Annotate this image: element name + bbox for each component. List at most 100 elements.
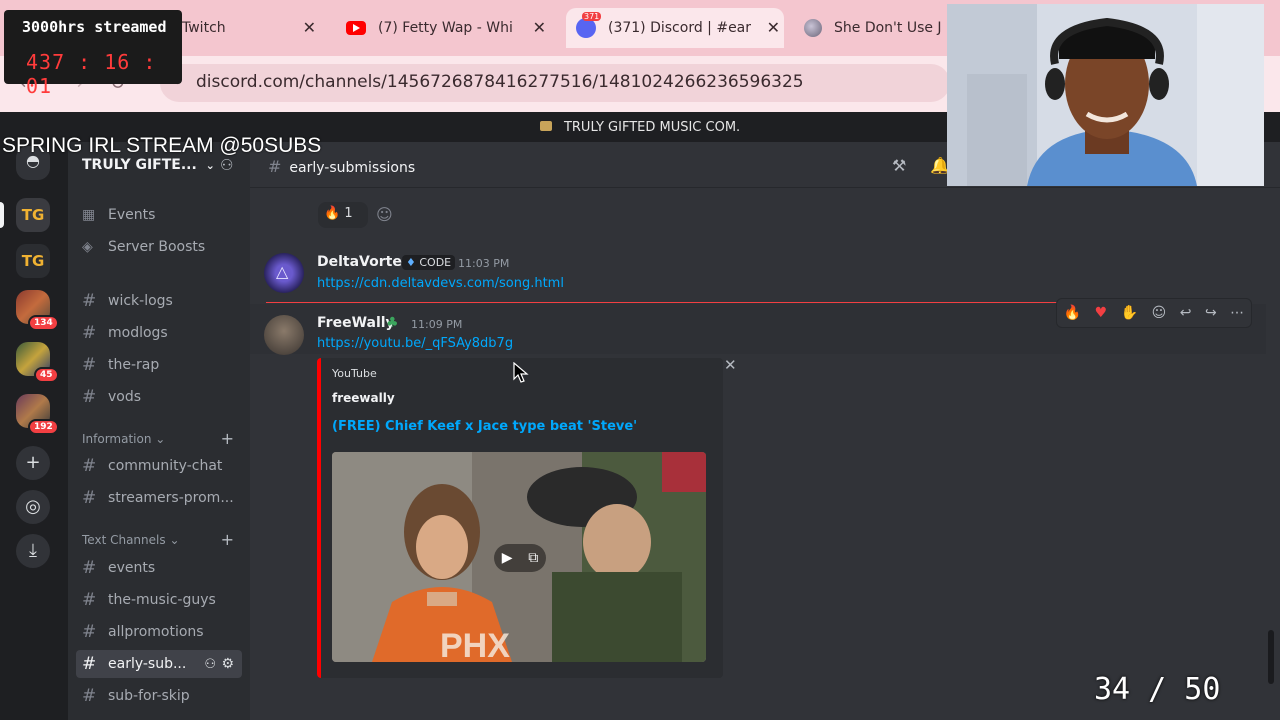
message-toolbar: 🔥 ♥ ✋ ☺ ↩ ↪ ⋯ — [1056, 298, 1252, 328]
hash-icon: # — [82, 558, 97, 578]
message-username[interactable]: DeltaVortex — [317, 254, 411, 270]
channel-label: early-sub... — [108, 656, 187, 672]
forward-icon[interactable]: ↪ — [1205, 305, 1217, 321]
message-link[interactable]: https://cdn.deltavdevs.com/song.html — [317, 276, 564, 291]
channel-label: wick-logs — [108, 293, 173, 309]
channel-sub-for-skip[interactable]: # sub-for-skip — [82, 682, 242, 710]
category-information[interactable]: Information ⌄ + — [82, 429, 242, 448]
create-channel-icon[interactable]: + — [221, 429, 234, 448]
embed-title[interactable]: (FREE) Chief Keef x Jace type beat 'Stev… — [332, 419, 637, 434]
hash-icon: # — [82, 488, 97, 508]
channel-title: # early-submissions — [268, 157, 415, 176]
hash-icon: # — [82, 387, 97, 407]
tab-youtube[interactable]: (7) Fetty Wap - Whi ✕ — [340, 8, 550, 48]
active-server-pill — [0, 202, 4, 228]
message-time: 11:09 PM — [411, 318, 463, 331]
channel-community-chat[interactable]: # community-chat — [82, 452, 242, 480]
channel-label: events — [108, 560, 156, 576]
channel-streamers-prom[interactable]: # streamers-prom... — [82, 484, 242, 512]
close-icon[interactable]: ✕ — [724, 356, 737, 374]
add-reaction-icon[interactable]: ☺ — [376, 205, 393, 224]
channel-events[interactable]: # events — [82, 554, 242, 582]
svg-text:PHX: PHX — [440, 627, 510, 662]
create-channel-icon[interactable]: + — [221, 530, 234, 549]
sidebar-item-label: Server Boosts — [108, 239, 206, 255]
discord-icon: 371 — [576, 12, 602, 38]
channel-label: the-music-guys — [108, 592, 216, 608]
channel-vods[interactable]: # vods — [82, 383, 242, 411]
channel-early-submissions[interactable]: # early-sub... ⚇ ⚙ — [76, 650, 242, 678]
timer-digits: 437 : 16 : 01 — [26, 50, 157, 98]
message-time: 11:03 PM — [458, 257, 510, 270]
channel-the-music-guys[interactable]: # the-music-guys — [82, 586, 242, 614]
tab-badge: 371 — [582, 12, 602, 21]
hash-icon: # — [268, 157, 282, 176]
chat-scrollbar[interactable] — [1268, 630, 1274, 684]
sidebar-item-events[interactable]: ▦ Events — [82, 201, 242, 229]
reply-icon[interactable]: ↩ — [1180, 305, 1192, 321]
youtube-icon — [346, 21, 366, 35]
user-tag-badge: ♦ CODE — [402, 255, 456, 270]
banner-text: TRULY GIFTED MUSIC COM. — [563, 120, 741, 135]
hash-icon: # — [82, 323, 97, 343]
hash-icon: # — [82, 456, 97, 476]
hash-icon: # — [82, 686, 97, 706]
tab-twitch[interactable]: Twitch ✕ — [182, 8, 320, 48]
embed-author[interactable]: freewally — [332, 391, 395, 405]
add-server-icon[interactable]: + — [16, 446, 50, 480]
close-tab-icon[interactable]: ✕ — [767, 18, 780, 37]
add-member-icon[interactable]: ⚇ — [204, 657, 216, 672]
embed-provider[interactable]: YouTube — [332, 367, 377, 380]
webcam-feed — [947, 4, 1264, 186]
reaction-fire[interactable]: 🔥 1 — [318, 202, 368, 228]
avatar[interactable] — [264, 315, 304, 355]
close-tab-icon[interactable]: ✕ — [303, 18, 316, 37]
more-icon[interactable]: ⋯ — [1230, 305, 1244, 321]
invite-people-icon[interactable]: ⚇ — [220, 156, 233, 174]
server-icon-tg-active[interactable]: TG — [16, 198, 50, 232]
gear-icon[interactable]: ⚙ — [221, 656, 234, 672]
url-input[interactable]: ⊜ discord.com/channels/14567268784162775… — [160, 64, 950, 102]
timer-hours: 437 — [26, 50, 66, 74]
channel-modlogs[interactable]: # modlogs — [82, 319, 242, 347]
category-text-channels[interactable]: Text Channels ⌄ + — [82, 530, 242, 549]
channel-label: vods — [108, 389, 142, 405]
server-name: TRULY GIFTE... — [82, 157, 197, 173]
message-username[interactable]: FreeWally — [317, 315, 395, 331]
sidebar-item-server-boosts[interactable]: ◈ Server Boosts — [82, 233, 242, 261]
calendar-icon: ▦ — [82, 207, 96, 223]
explore-icon[interactable]: ◎ — [16, 490, 50, 524]
channel-label: the-rap — [108, 357, 160, 373]
heart-reaction-icon[interactable]: ♥ — [1095, 305, 1108, 321]
delta-logo-icon: △ — [276, 262, 289, 281]
tab-label: (7) Fetty Wap - Whi — [378, 20, 513, 36]
server-name-header[interactable]: TRULY GIFTE... ⌄ — [82, 157, 215, 173]
message-link[interactable]: https://youtu.be/_qFSAy8db7g — [317, 336, 513, 351]
threads-icon[interactable]: ⚒ — [892, 156, 906, 175]
sub-goal-counter: 34 / 50 — [1094, 672, 1221, 707]
tag-label: CODE — [419, 256, 452, 269]
download-icon[interactable]: ⤓ — [16, 534, 50, 568]
channel-wick-logs[interactable]: # wick-logs — [82, 287, 242, 315]
channel-the-rap[interactable]: # the-rap — [82, 351, 242, 379]
hash-icon: # — [82, 654, 97, 674]
tab-she-dont-use[interactable]: She Don't Use J — [800, 8, 950, 48]
salute-reaction-icon[interactable]: ✋ — [1121, 305, 1138, 321]
add-reaction-icon[interactable]: ☺ — [1152, 305, 1167, 321]
tab-discord[interactable]: 371 (371) Discord | #ear ✕ — [566, 8, 784, 48]
mention-badge: 45 — [34, 367, 59, 383]
mention-badge: 134 — [28, 315, 59, 331]
close-tab-icon[interactable]: ✕ — [533, 18, 546, 37]
channel-label: allpromotions — [108, 624, 204, 640]
server-icon-tg[interactable]: TG — [16, 244, 50, 278]
category-label: Information — [82, 432, 152, 446]
fire-reaction-icon[interactable]: 🔥 — [1064, 305, 1081, 321]
streamed-label: 3000hrs streamed — [22, 18, 167, 36]
tab-label: She Don't Use J — [834, 20, 942, 36]
url-text: discord.com/channels/1456726878416277516… — [196, 72, 804, 92]
play-video-button[interactable]: ▶ ⧉ — [494, 544, 546, 572]
channel-label: modlogs — [108, 325, 168, 341]
channel-allpromotions[interactable]: # allpromotions — [82, 618, 242, 646]
chevron-down-icon: ⌄ — [169, 533, 180, 547]
category-label: Text Channels — [82, 533, 166, 547]
